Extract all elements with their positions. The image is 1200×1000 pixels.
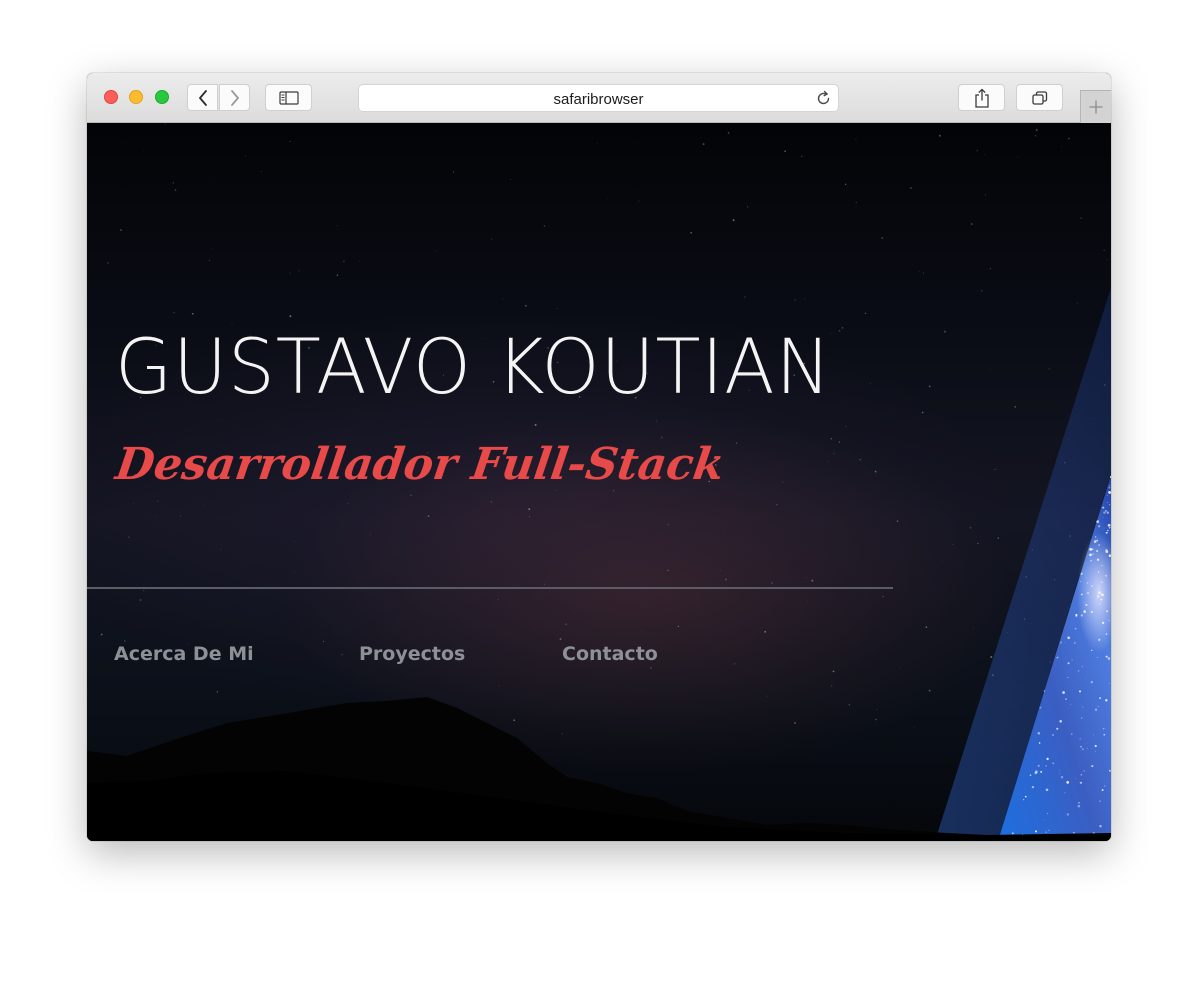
- nav-link-about[interactable]: Acerca De Mi: [114, 643, 254, 665]
- sidebar-icon: [278, 90, 299, 105]
- share-button[interactable]: [958, 84, 1005, 111]
- new-tab-button[interactable]: [1080, 90, 1111, 123]
- nav-link-contact[interactable]: Contacto: [562, 643, 658, 665]
- plus-icon: [1089, 100, 1103, 114]
- nav-link-projects[interactable]: Proyectos: [359, 643, 465, 665]
- address-text: safaribrowser: [553, 91, 644, 108]
- reload-icon[interactable]: [815, 90, 832, 107]
- share-icon: [974, 88, 989, 108]
- sidebar-toggle-button[interactable]: [265, 84, 312, 111]
- address-bar[interactable]: safaribrowser: [358, 84, 839, 112]
- chevron-right-icon: [230, 89, 239, 106]
- browser-toolbar: safaribrowser: [87, 73, 1111, 123]
- hero-role-subtitle: Desarrollador Full-Stack: [112, 439, 728, 490]
- hero-divider: [87, 587, 893, 589]
- hero-name-title: GUSTAVO KOUTIAN: [115, 322, 832, 411]
- tabs-overview-icon: [1031, 90, 1047, 105]
- forward-button[interactable]: [219, 84, 250, 111]
- tabs-overview-button[interactable]: [1016, 84, 1063, 111]
- close-window-button[interactable]: [104, 90, 118, 104]
- back-button[interactable]: [187, 84, 218, 111]
- minimize-window-button[interactable]: [129, 90, 143, 104]
- browser-window: safaribrowser GUSTAVO KOUTIAN Desarrolla…: [87, 73, 1111, 841]
- chevron-left-icon: [198, 89, 207, 106]
- zoom-window-button[interactable]: [155, 90, 169, 104]
- page-viewport: GUSTAVO KOUTIAN Desarrollador Full-Stack…: [87, 123, 1111, 841]
